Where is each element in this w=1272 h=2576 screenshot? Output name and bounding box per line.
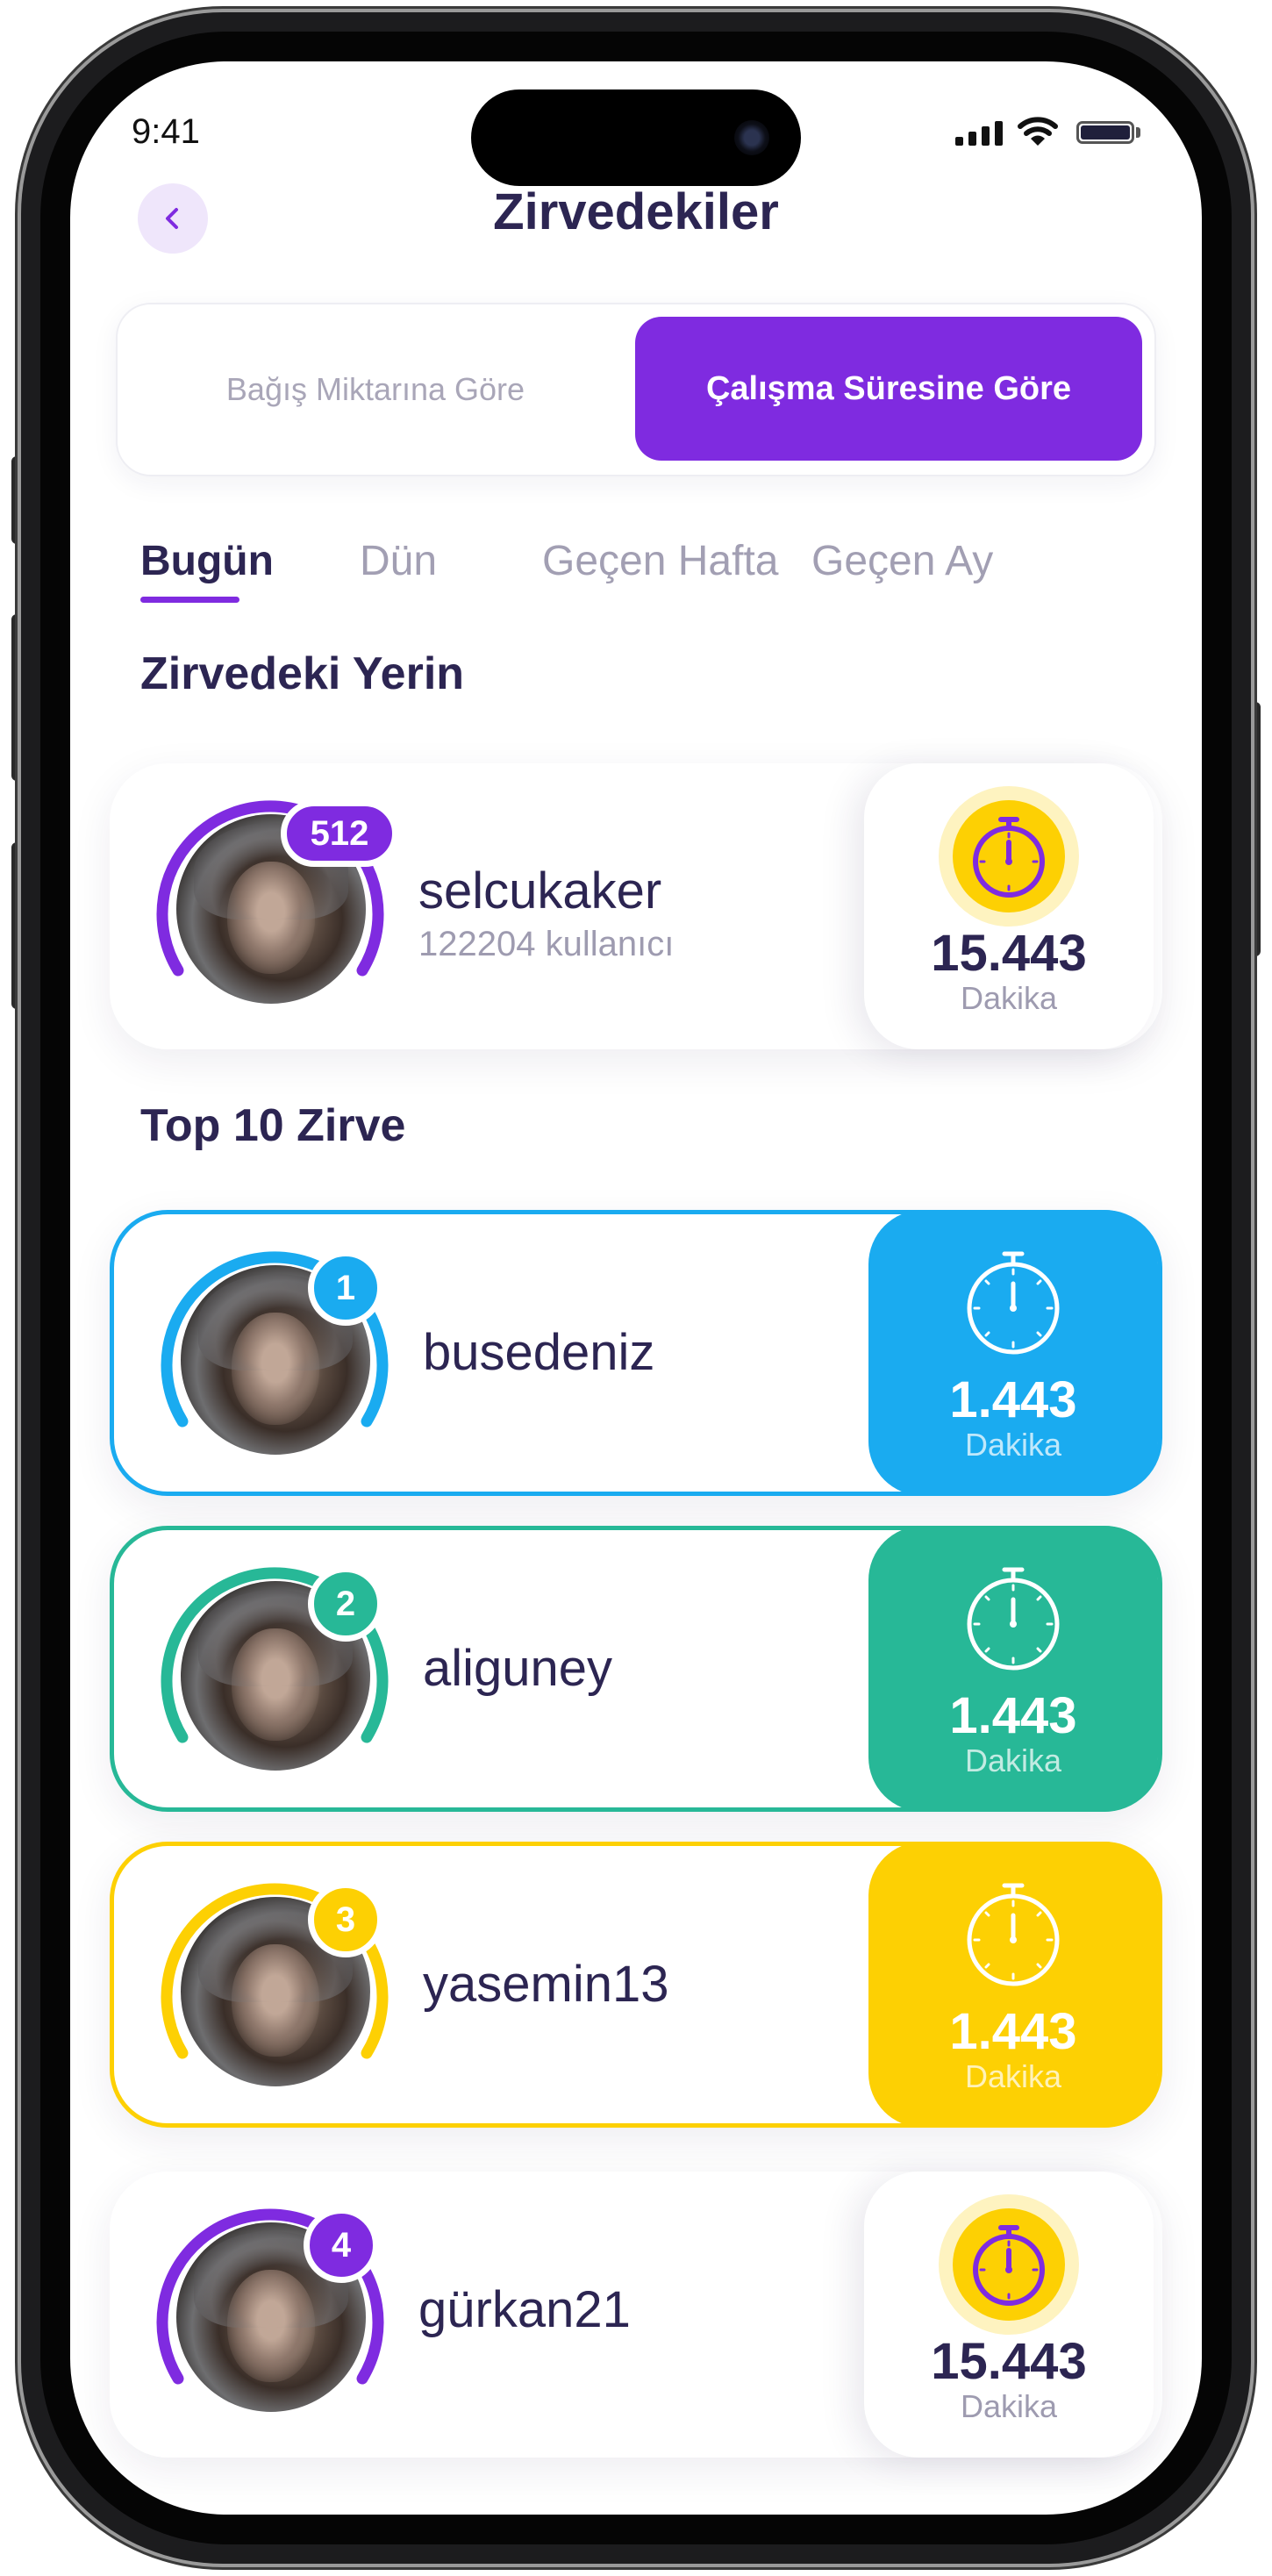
top10-section-title: Top 10 Zirve xyxy=(140,1100,406,1151)
username: selcukaker xyxy=(418,862,662,919)
username: yasemin13 xyxy=(423,1956,669,2013)
active-tab-indicator xyxy=(140,597,239,603)
segment-donation-amount[interactable]: Bağış Miktarına Göre xyxy=(118,304,633,475)
username: busedeniz xyxy=(423,1324,655,1381)
leaderboard-row[interactable]: 3 yasemin13 1.443 Dakika xyxy=(110,1842,1162,2128)
stopwatch-icon xyxy=(967,1883,1060,1986)
stat-box: 15.443 Dakika xyxy=(864,2172,1154,2458)
battery-icon xyxy=(1076,121,1134,144)
stat-box: 1.443 Dakika xyxy=(868,1210,1158,1496)
username: aliguney xyxy=(423,1640,613,1697)
stat-value: 1.443 xyxy=(949,2003,1077,2060)
user-count: 122204 kullanıcı xyxy=(418,925,675,963)
tab-last-month[interactable]: Geçen Ay xyxy=(811,537,993,585)
stat-unit: Dakika xyxy=(964,1427,1062,1463)
dynamic-island xyxy=(471,89,801,186)
power-button xyxy=(1250,702,1261,956)
screen: 9:41 Zirvedekiler Bağış Miktarına Göre Ç… xyxy=(70,61,1202,2515)
stopwatch-icon xyxy=(939,786,1079,927)
stat-value: 1.443 xyxy=(949,1371,1077,1428)
username: gürkan21 xyxy=(418,2281,631,2338)
tab-yesterday[interactable]: Dün xyxy=(360,537,437,585)
stat-box: 1.443 Dakika xyxy=(868,1842,1158,2128)
stat-box: 15.443 Dakika xyxy=(864,763,1154,1049)
tab-today[interactable]: Bugün xyxy=(140,537,274,585)
rank-badge: 512 xyxy=(281,800,398,867)
rank-badge: 2 xyxy=(308,1566,383,1642)
tab-last-week[interactable]: Geçen Hafta xyxy=(542,537,778,585)
stat-value: 1.443 xyxy=(949,1687,1077,1744)
my-rank-section-title: Zirvedeki Yerin xyxy=(140,648,465,699)
stat-value: 15.443 xyxy=(931,925,1087,982)
status-time: 9:41 xyxy=(132,112,200,151)
my-rank-card[interactable]: 512 selcukaker 122204 kullanıcı 15.443 D… xyxy=(110,763,1162,1049)
segment-working-time[interactable]: Çalışma Süresine Göre xyxy=(635,317,1142,461)
battery-tip xyxy=(1136,127,1140,138)
stopwatch-icon xyxy=(967,1567,1060,1671)
wifi-icon xyxy=(1018,117,1058,146)
rank-badge: 3 xyxy=(308,1882,383,1957)
page-title: Zirvedekiler xyxy=(493,183,779,240)
stat-unit: Dakika xyxy=(960,980,1058,1016)
leaderboard-row[interactable]: 1 busedeniz 1.443 Dakika xyxy=(110,1210,1162,1496)
rank-badge: 1 xyxy=(308,1250,383,1326)
front-camera xyxy=(734,120,769,155)
leaderboard-row[interactable]: 4 gürkan21 15.443 Dakika xyxy=(110,2172,1162,2458)
cellular-signal-icon xyxy=(955,119,1003,146)
stat-unit: Dakika xyxy=(964,1742,1062,1778)
leaderboard-row[interactable]: 2 aliguney 1.443 Dakika xyxy=(110,1526,1162,1812)
stopwatch-icon xyxy=(967,1251,1060,1355)
ranking-type-segmented-control: Bağış Miktarına Göre Çalışma Süresine Gö… xyxy=(116,303,1156,476)
stat-unit: Dakika xyxy=(960,2388,1058,2424)
stat-box: 1.443 Dakika xyxy=(868,1526,1158,1812)
stopwatch-icon xyxy=(939,2194,1079,2335)
stat-value: 15.443 xyxy=(931,2333,1087,2390)
stat-unit: Dakika xyxy=(964,2058,1062,2094)
rank-badge: 4 xyxy=(304,2207,379,2283)
